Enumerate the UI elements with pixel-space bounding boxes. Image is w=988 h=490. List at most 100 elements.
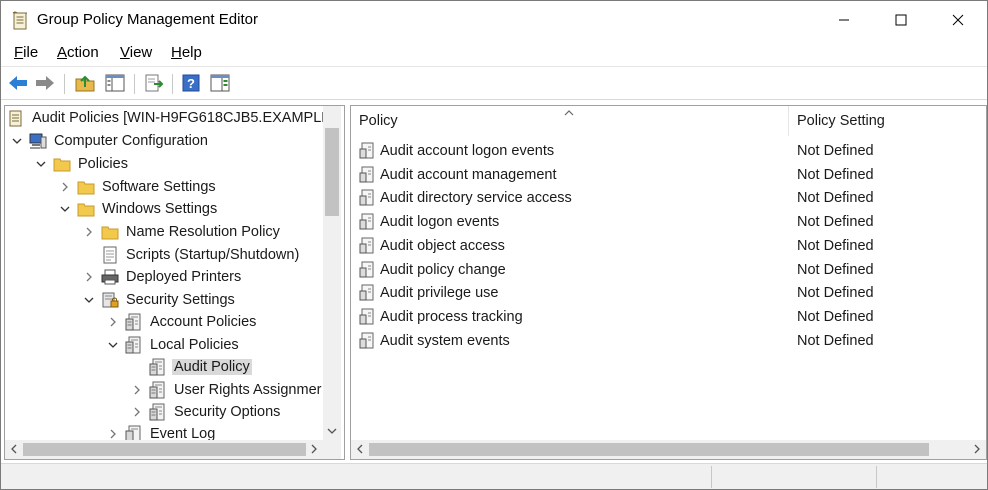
svg-text:?: ? (187, 76, 195, 91)
policy-setting-value: Not Defined (797, 332, 874, 349)
menu-file[interactable]: File (14, 44, 38, 61)
chevron-down-icon[interactable] (10, 134, 24, 148)
tree-item-label: Name Resolution Policy (126, 224, 280, 240)
policy-name: Audit logon events (380, 213, 500, 230)
policy-icon (149, 358, 167, 376)
tree-item-user-rights-assignment[interactable]: User Rights Assignmer (130, 379, 323, 401)
tree-item-scripts[interactable]: Scripts (Startup/Shutdown) (101, 244, 301, 266)
scroll-down-icon[interactable] (323, 422, 341, 440)
tree-horizontal-scrollbar[interactable] (5, 440, 323, 459)
title-bar[interactable]: Group Policy Management Editor (1, 1, 987, 39)
tree-item-name-resolution-policy[interactable]: Name Resolution Policy (82, 221, 282, 243)
properties-pane-icon[interactable] (209, 72, 231, 94)
tree-item-label: Scripts (Startup/Shutdown) (126, 247, 300, 263)
toolbar: ? (1, 68, 987, 100)
tree-item-label: Local Policies (150, 337, 239, 353)
policy-name: Audit process tracking (380, 308, 523, 325)
list-item[interactable]: Audit policy change (359, 258, 506, 281)
menu-action[interactable]: Action (57, 44, 99, 61)
console-tree[interactable]: Audit Policies [WIN-H9FG618CJB5.EXAMPLE … (4, 105, 345, 460)
folder-icon (77, 178, 95, 196)
up-folder-icon[interactable] (74, 72, 96, 94)
tree-item-label: Security Settings (126, 292, 235, 308)
chevron-right-icon[interactable] (106, 427, 120, 441)
tree-item-security-options[interactable]: Security Options (130, 401, 282, 423)
chevron-down-icon[interactable] (34, 157, 48, 171)
chevron-right-icon[interactable] (82, 270, 96, 284)
chevron-right-icon[interactable] (106, 315, 120, 329)
list-item[interactable]: Audit directory service access (359, 186, 572, 209)
tree-item-audit-policy[interactable]: Audit Policy (149, 356, 252, 378)
forward-arrow-icon[interactable] (34, 72, 56, 94)
column-divider[interactable] (788, 106, 789, 136)
column-header-policy-setting[interactable]: Policy Setting (797, 106, 977, 136)
list-item[interactable]: Audit system events (359, 329, 510, 352)
policy-setting-value: Not Defined (797, 142, 874, 159)
minimize-button[interactable] (821, 1, 867, 39)
back-arrow-icon[interactable] (7, 72, 29, 94)
chevron-right-icon[interactable] (82, 225, 96, 239)
policy-setting-icon (359, 261, 375, 278)
scroll-left-icon[interactable] (5, 440, 23, 458)
tree-vertical-scrollbar[interactable] (323, 106, 341, 440)
column-header-policy[interactable]: Policy (359, 106, 787, 136)
close-button[interactable] (935, 1, 981, 39)
scrollbar-thumb[interactable] (369, 443, 929, 456)
chevron-right-icon[interactable] (58, 180, 72, 194)
list-item[interactable]: Audit process tracking (359, 305, 523, 328)
list-item[interactable]: Audit privilege use (359, 281, 499, 304)
tree-root-label: Audit Policies [WIN-H9FG618CJB5.EXAMPLE (32, 110, 331, 126)
policy-setting-value: Not Defined (797, 261, 874, 278)
tree-item-label: Deployed Printers (126, 269, 242, 285)
chevron-right-icon[interactable] (130, 383, 144, 397)
main-window: Group Policy Management Editor File Acti… (0, 0, 988, 490)
tree-item-computer-configuration[interactable]: Computer Configuration (10, 130, 210, 152)
chevron-down-icon[interactable] (58, 202, 72, 216)
chevron-right-icon[interactable] (130, 405, 144, 419)
tree-item-windows-settings[interactable]: Windows Settings (58, 198, 219, 220)
policy-setting-icon (359, 213, 375, 230)
chevron-down-icon[interactable] (82, 293, 96, 307)
scrollbar-thumb[interactable] (23, 443, 306, 456)
tree-item-label: Computer Configuration (54, 133, 208, 149)
menu-help[interactable]: Help (171, 44, 202, 61)
policy-setting-value: Not Defined (797, 237, 874, 254)
folder-icon (101, 223, 119, 241)
scrollbar-thumb[interactable] (325, 128, 339, 216)
scroll-right-icon[interactable] (305, 440, 323, 458)
policy-name: Audit policy change (380, 261, 506, 278)
chevron-down-icon[interactable] (106, 338, 120, 352)
help-icon[interactable]: ? (180, 72, 202, 94)
policy-document-icon (12, 11, 29, 30)
tree-item-local-policies[interactable]: Local Policies (106, 334, 241, 356)
export-list-icon[interactable] (143, 72, 165, 94)
list-item[interactable]: Audit logon events (359, 210, 499, 233)
scroll-right-icon[interactable] (968, 440, 986, 458)
policy-list-pane: Policy Policy Setting Audit account logo… (350, 105, 987, 460)
tree-item-policies[interactable]: Policies (34, 153, 130, 175)
tree-item-security-settings[interactable]: Security Settings (82, 289, 237, 311)
maximize-button[interactable] (878, 1, 924, 39)
policy-name: Audit system events (380, 332, 510, 349)
tree-item-deployed-printers[interactable]: Deployed Printers (82, 266, 243, 288)
show-hide-tree-icon[interactable] (104, 72, 126, 94)
column-header-label: Policy Setting (797, 113, 885, 129)
list-item[interactable]: Audit account logon events (359, 139, 554, 162)
tree-item-label: Account Policies (150, 314, 257, 330)
list-item[interactable]: Audit object access (359, 234, 505, 257)
tree-item-label: Software Settings (102, 179, 216, 195)
policy-setting-icon (359, 237, 375, 254)
column-header-label: Policy (359, 113, 398, 129)
script-icon (101, 246, 119, 264)
tree-item-label: Windows Settings (102, 201, 218, 217)
tree-root[interactable]: Audit Policies [WIN-H9FG618CJB5.EXAMPLE (7, 107, 333, 129)
scroll-left-icon[interactable] (351, 440, 369, 458)
list-horizontal-scrollbar[interactable] (351, 440, 986, 459)
policy-icon (149, 381, 167, 399)
policy-icon (125, 336, 143, 354)
list-item[interactable]: Audit account management (359, 163, 557, 186)
policy-name: Audit account logon events (380, 142, 555, 159)
menu-view[interactable]: View (120, 44, 152, 61)
tree-item-software-settings[interactable]: Software Settings (58, 176, 218, 198)
tree-item-account-policies[interactable]: Account Policies (106, 311, 258, 333)
